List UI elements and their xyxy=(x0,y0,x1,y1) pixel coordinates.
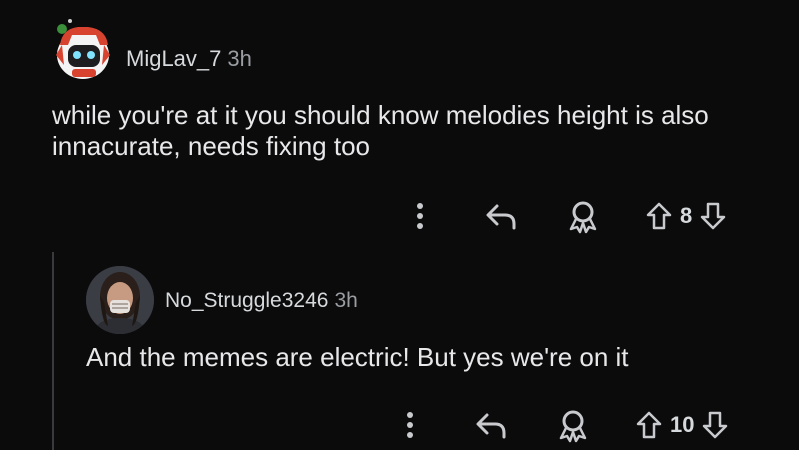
downvote-arrow-icon[interactable] xyxy=(698,201,728,231)
reply-icon[interactable] xyxy=(470,405,512,445)
comment-action-bar: 10 xyxy=(390,405,730,445)
comment-body: while you're at it you should know melod… xyxy=(52,100,709,161)
more-vertical-icon[interactable] xyxy=(400,196,440,236)
upvote-arrow-icon[interactable] xyxy=(644,201,674,231)
comment-action-bar: 8 xyxy=(400,196,728,236)
profile-photo-avatar-icon xyxy=(86,266,154,334)
username-text[interactable]: MigLav_7 xyxy=(126,46,221,71)
award-icon[interactable] xyxy=(552,405,594,445)
upvote-arrow-icon[interactable] xyxy=(634,410,664,440)
comment-reply: No_Struggle3246 3h And the memes are elec… xyxy=(0,240,799,450)
username[interactable]: MigLav_7 3h xyxy=(126,46,252,72)
reply-icon[interactable] xyxy=(480,196,522,236)
vote-count: 8 xyxy=(680,203,693,228)
more-vertical-icon[interactable] xyxy=(390,405,430,445)
vote-group: 8 xyxy=(644,201,728,231)
timestamp: 3h xyxy=(334,289,358,312)
vote-count: 10 xyxy=(670,412,695,437)
comment: MigLav_7 3h while you're at it you should… xyxy=(0,0,799,240)
username-text[interactable]: No_Struggle3246 xyxy=(165,289,328,312)
vote-group: 10 xyxy=(634,410,730,440)
avatar[interactable] xyxy=(48,15,118,85)
robot-snoo-avatar-icon xyxy=(56,19,110,79)
timestamp: 3h xyxy=(227,46,252,71)
username[interactable]: No_Struggle3246 3h xyxy=(165,289,358,313)
downvote-arrow-icon[interactable] xyxy=(700,410,730,440)
avatar[interactable] xyxy=(86,266,154,334)
comment-body: And the memes are electric! But yes we'r… xyxy=(86,342,629,372)
award-icon[interactable] xyxy=(562,196,604,236)
